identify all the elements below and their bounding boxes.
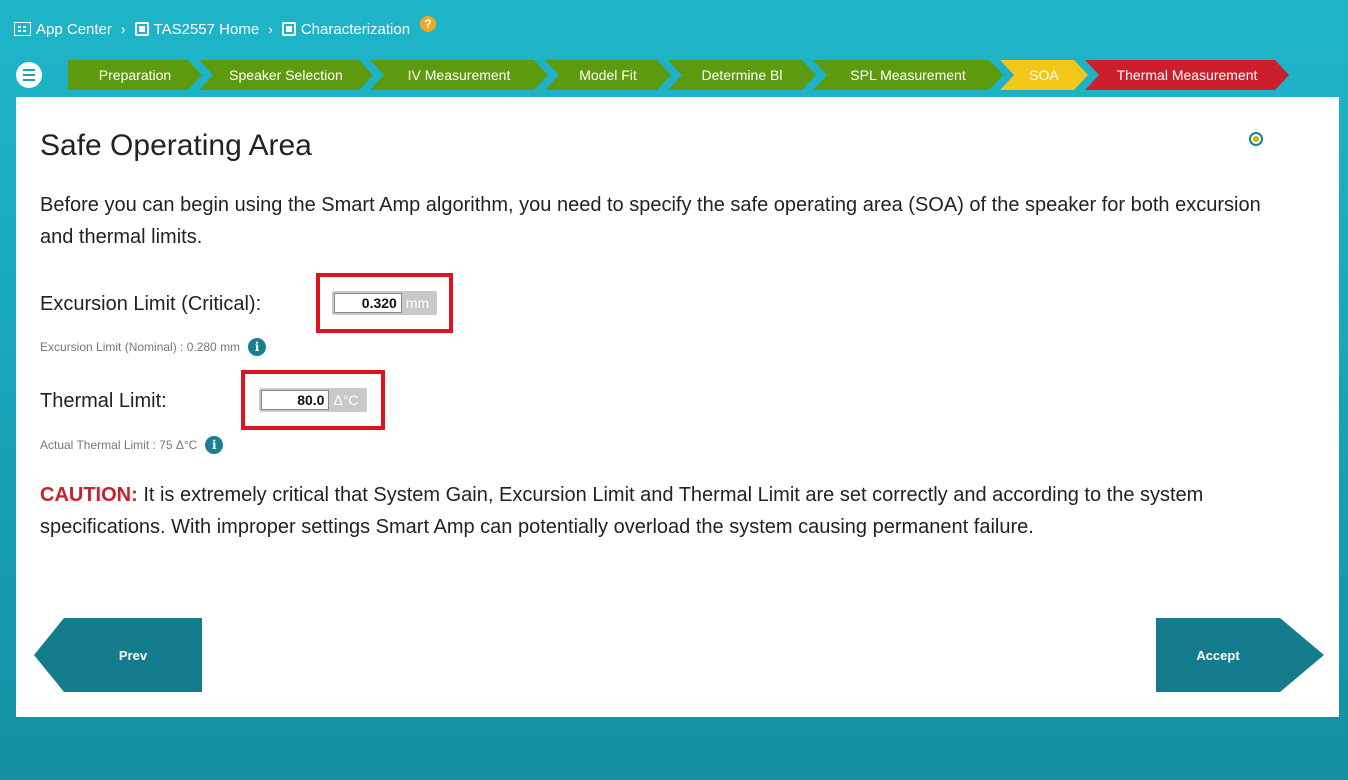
excursion-unit: mm (405, 295, 430, 311)
help-icon[interactable]: ? (420, 16, 437, 32)
excursion-nominal-note: Excursion Limit (Nominal) : 0.280 mm i (40, 338, 267, 356)
info-icon[interactable]: i (205, 436, 224, 454)
page-title: Safe Operating Area (40, 129, 312, 162)
step-navigation: Preparation Speaker Selection IV Measure… (68, 60, 1286, 90)
step-model-fit[interactable]: Model Fit (545, 60, 671, 90)
excursion-input-group: mm (331, 291, 438, 315)
excursion-highlight-box: mm (316, 273, 453, 333)
caution-label: CAUTION: (40, 484, 138, 506)
menu-icon[interactable] (16, 62, 42, 88)
breadcrumb: App Center › TAS2557 Home › Characteriza… (14, 16, 437, 40)
step-iv-measurement[interactable]: IV Measurement (370, 60, 548, 90)
chevron-right-icon: › (120, 21, 126, 37)
caution-message: CAUTION: It is extremely critical that S… (40, 479, 1280, 543)
thermal-unit: Δ°C (333, 392, 359, 408)
step-spl-measurement[interactable]: SPL Measurement (813, 60, 1003, 90)
step-speaker-selection[interactable]: Speaker Selection (199, 60, 373, 90)
thermal-limit-label: Thermal Limit: (40, 390, 167, 412)
thermal-highlight-box: Δ°C (241, 370, 385, 430)
caution-text: It is extremely critical that System Gai… (40, 484, 1204, 538)
accept-button[interactable]: Accept (1156, 618, 1324, 692)
excursion-limit-label: Excursion Limit (Critical): (40, 293, 262, 315)
thermal-limit-input[interactable] (261, 390, 330, 410)
thermal-actual-text: Actual Thermal Limit : 75 Δ°C (40, 438, 198, 452)
step-thermal-measurement[interactable]: Thermal Measurement (1085, 60, 1289, 90)
breadcrumb-characterization[interactable]: Characterization (281, 20, 411, 38)
main-card: Safe Operating Area Before you can begin… (16, 97, 1339, 717)
breadcrumb-app-center-label: App Center (36, 20, 112, 38)
radio-icon[interactable] (1249, 132, 1263, 146)
step-determine-bl[interactable]: Determine Bl (668, 60, 816, 90)
info-icon[interactable]: i (248, 338, 267, 356)
step-preparation[interactable]: Preparation (68, 60, 202, 90)
app-center-icon (14, 22, 31, 36)
chevron-right-icon: › (268, 21, 273, 37)
breadcrumb-characterization-label: Characterization (300, 20, 411, 38)
breadcrumb-app-center[interactable]: App Center (14, 21, 112, 38)
prev-button[interactable]: Prev (34, 618, 202, 692)
breadcrumb-home-label: TAS2557 Home (153, 20, 260, 38)
excursion-limit-input[interactable] (333, 293, 402, 313)
thermal-input-group: Δ°C (259, 388, 367, 412)
thermal-actual-note: Actual Thermal Limit : 75 Δ°C i (40, 436, 224, 454)
chip-icon (134, 22, 149, 36)
step-soa[interactable]: SOA (1000, 60, 1088, 90)
intro-text: Before you can begin using the Smart Amp… (40, 194, 1261, 248)
breadcrumb-home[interactable]: TAS2557 Home (134, 20, 260, 38)
chip-icon (281, 22, 296, 36)
excursion-nominal-text: Excursion Limit (Nominal) : 0.280 mm (40, 340, 241, 354)
